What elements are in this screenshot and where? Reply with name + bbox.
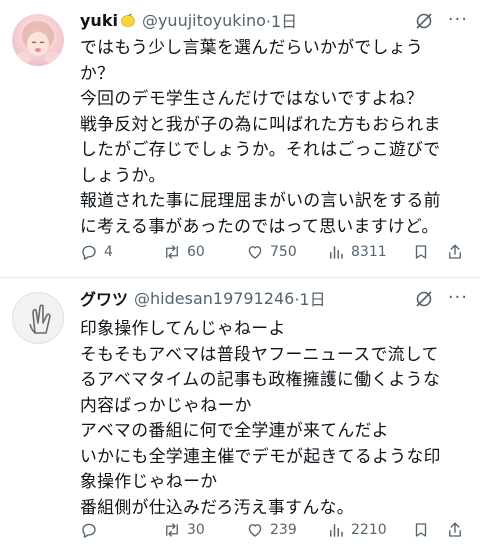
avatar[interactable] <box>12 14 64 66</box>
grok-icon[interactable] <box>414 289 434 313</box>
user-handle[interactable]: @hidesan19791246 <box>134 289 294 308</box>
reply-count: 4 <box>104 244 113 260</box>
heart-icon <box>248 524 262 537</box>
tweet-line: るアベマタイムの記事も政権擁護に働くような <box>80 369 441 389</box>
tweet-line: 戦争反対と我が子の為に叫ばれた方もおられま <box>80 113 441 134</box>
tweet-line: 報道された事に屁理屈まがいの言い訳をする前 <box>80 190 441 210</box>
timestamp[interactable]: ·1日 <box>294 286 325 310</box>
more-icon[interactable]: ··· <box>448 9 468 30</box>
bookmark-icon <box>415 523 427 537</box>
tweet-header: グワツ @hidesan19791246 ·1日 ··· <box>80 286 468 310</box>
tweet-line: 番組側が仕込みだろ汚え事すんな。 <box>80 496 354 517</box>
heart-icon <box>248 246 262 259</box>
bookmark-button[interactable] <box>412 243 430 261</box>
reply-icon <box>82 245 96 260</box>
bookmark-button[interactable] <box>412 521 430 539</box>
grok-icon[interactable] <box>414 11 434 35</box>
views-button[interactable]: 2210 <box>327 521 387 539</box>
user-name[interactable]: yuki <box>80 11 118 30</box>
bookmark-icon <box>415 245 427 259</box>
tweet-line: か？ <box>80 62 115 83</box>
more-icon[interactable]: ··· <box>448 287 468 308</box>
tweet-line: に考える事があったのではって思いますけど。 <box>80 215 439 236</box>
tweet-line: 今回のデモ学生さんだけではないですよね？ <box>80 88 424 108</box>
like-count: 239 <box>270 522 297 538</box>
repost-button[interactable]: 60 <box>163 243 205 261</box>
timestamp[interactable]: ·1日 <box>266 8 297 32</box>
tweet-text: 印象操作してんじゃねーよ そもそもアベマは普段ヤフーニュースで流して るアベマタ… <box>80 316 468 520</box>
share-icon <box>449 522 461 537</box>
repost-button[interactable]: 30 <box>163 521 205 539</box>
tweet-line: いかにも全学連主催でデモが起きてるような印 <box>80 445 441 466</box>
like-button[interactable]: 750 <box>246 243 297 261</box>
repost-icon <box>166 523 178 537</box>
tweet-line: 象操作じゃねーか <box>80 471 218 491</box>
tweet-line: ではもう少し言葉を選んだらいかがでしょう <box>80 37 424 57</box>
view-count: 8311 <box>351 244 387 260</box>
views-icon <box>330 246 343 259</box>
user-handle[interactable]: @yuujitoyukino <box>142 11 266 30</box>
repost-count: 60 <box>187 244 205 260</box>
tweet-card[interactable]: グワツ @hidesan19791246 ·1日 ··· 印象操作してんじゃねー… <box>0 278 480 556</box>
tweet-line: したがご存じでしょうか。それはごっこ遊びで <box>80 139 441 159</box>
reply-button[interactable]: 4 <box>80 243 113 261</box>
repost-count: 30 <box>187 522 205 538</box>
share-button[interactable] <box>446 521 464 539</box>
user-name[interactable]: グワツ <box>80 286 128 310</box>
share-icon <box>449 244 461 259</box>
tweet-card[interactable]: yuki @yuujitoyukino ·1日 ··· ではもう少し言葉を選んだ… <box>0 0 480 278</box>
lemon-icon <box>120 12 136 28</box>
repost-icon <box>166 245 178 259</box>
action-bar: 30 239 2210 <box>80 519 466 541</box>
tweet-line: そもそもアベマは普段ヤフーニュースで流して <box>80 343 439 364</box>
tweet-line: 内容ばっかじゃねーか <box>80 394 252 415</box>
views-icon <box>330 524 343 537</box>
avatar[interactable] <box>12 292 64 344</box>
action-bar: 4 60 750 8311 <box>80 241 466 263</box>
reply-icon <box>82 523 96 538</box>
view-count: 2210 <box>351 522 387 538</box>
like-count: 750 <box>270 244 297 260</box>
views-button[interactable]: 8311 <box>327 243 387 261</box>
like-button[interactable]: 239 <box>246 521 297 539</box>
reply-button[interactable] <box>80 521 104 539</box>
tweet-line: しょうか。 <box>80 164 166 185</box>
tweet-line: 印象操作してんじゃねーよ <box>80 318 286 338</box>
tweet-line: アベマの番組に何で全学連が来てんだよ <box>80 420 389 440</box>
tweet-text: ではもう少し言葉を選んだらいかがでしょう か？ 今回のデモ学生さんだけではないで… <box>80 35 468 239</box>
tweet-header: yuki @yuujitoyukino ·1日 ··· <box>80 8 468 32</box>
share-button[interactable] <box>446 243 464 261</box>
